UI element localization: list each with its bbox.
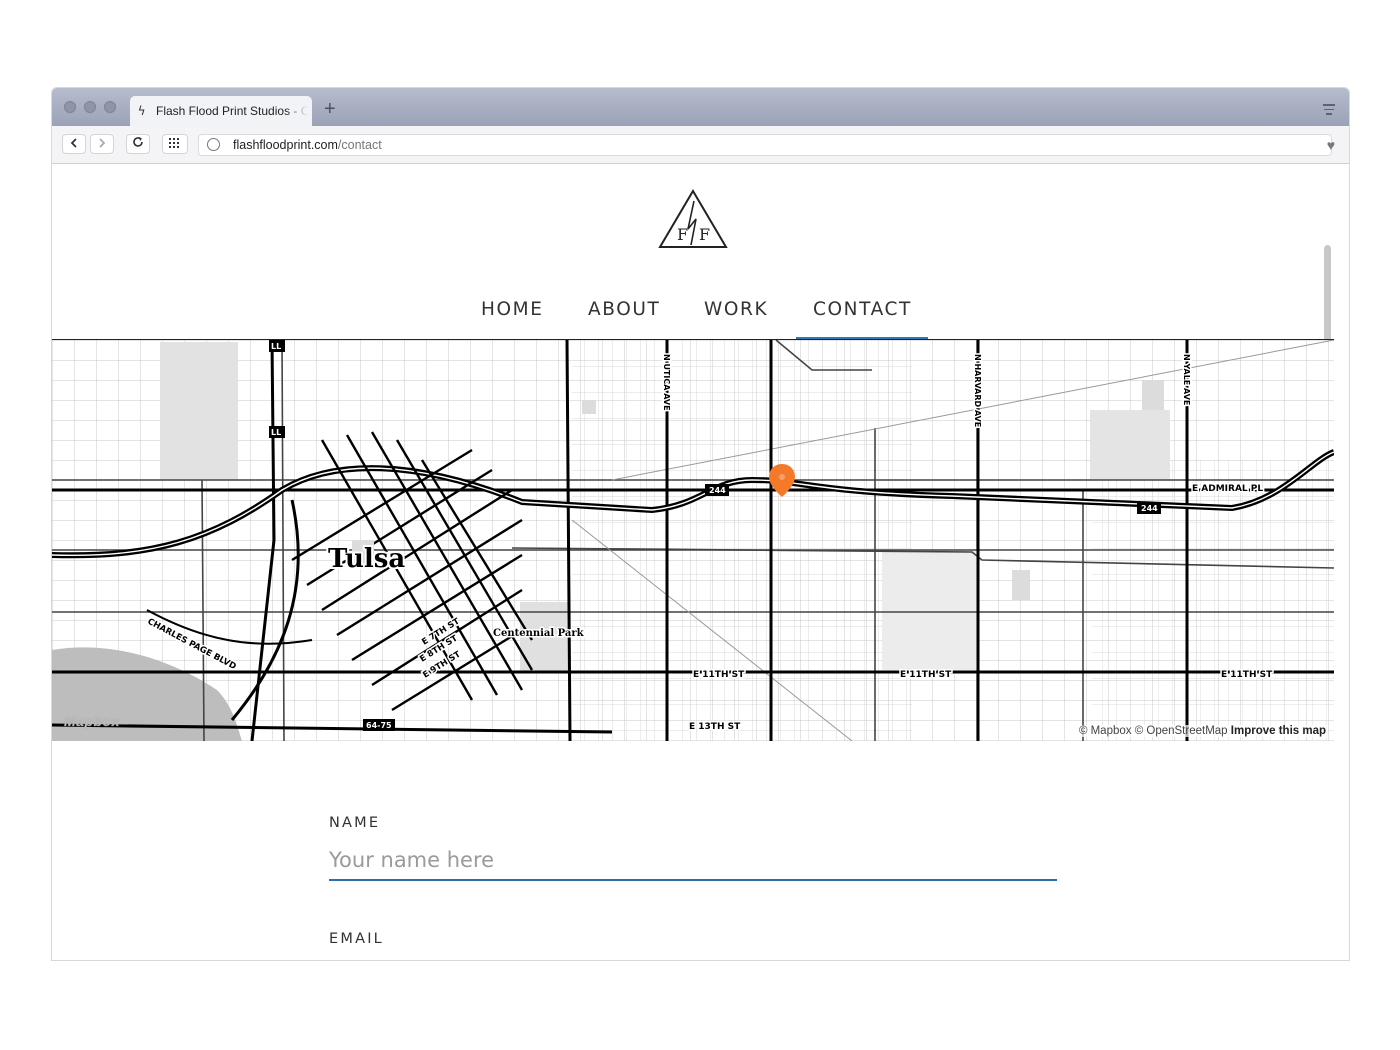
shield-244-a: 244 — [709, 486, 726, 495]
shield-64-75: 64-75 — [366, 721, 392, 730]
reload-button[interactable] — [126, 134, 150, 154]
name-label: NAME — [329, 815, 381, 831]
nav-home[interactable]: HOME — [481, 299, 544, 320]
map-label-park: Centennial Park — [493, 628, 585, 639]
url-host: flashfloodprint.com — [233, 138, 338, 152]
map-label-city: Tulsa — [328, 544, 405, 574]
nav-work[interactable]: WORK — [704, 299, 768, 320]
page-content: F F HOME ABOUT WORK CONTACT Tulsa Centen… — [52, 165, 1334, 960]
shield-244-b: 244 — [1141, 504, 1158, 513]
nav-contact[interactable]: CONTACT — [813, 299, 912, 320]
park-area — [1090, 410, 1170, 480]
map-canvas[interactable]: Tulsa Centennial Park E 11TH ST E 11TH S… — [52, 340, 1334, 741]
campus-area — [882, 550, 978, 670]
nav-about[interactable]: ABOUT — [588, 299, 660, 320]
mapbox-logo[interactable]: Mapbox — [64, 713, 120, 729]
address-bar[interactable]: flashfloodprint.com/contact — [198, 134, 1332, 156]
back-button[interactable] — [62, 134, 86, 154]
logo-text-left: F — [677, 225, 688, 244]
shield-ll-1: LL — [271, 342, 281, 351]
shield-ll-2: LL — [271, 428, 281, 437]
title-bar: ϟ Flash Flood Print Studios - Contact + — [52, 88, 1349, 126]
park-area — [160, 342, 238, 480]
zoom-window-button[interactable] — [104, 101, 116, 113]
speed-dial-button[interactable] — [162, 134, 188, 154]
browser-toolbar: flashfloodprint.com/contact ♥ — [52, 126, 1349, 164]
browser-tab[interactable]: ϟ Flash Flood Print Studios - Contact — [130, 96, 312, 126]
minimize-window-button[interactable] — [84, 101, 96, 113]
map-label-harvard: N HARVARD AVE — [973, 354, 982, 427]
grid-icon — [169, 138, 179, 148]
heart-icon[interactable]: ♥ — [1327, 137, 1335, 153]
tab-title: Flash Flood Print Studios - Contact — [156, 104, 308, 118]
lightning-bolt-icon: ϟ — [138, 104, 146, 118]
map-label-admiral: E ADMIRAL PL — [1192, 484, 1263, 494]
tabs-menu-icon[interactable] — [1323, 104, 1335, 118]
map-attribution: © Mapbox © OpenStreetMap Improve this ma… — [1076, 725, 1328, 737]
url-text: flashfloodprint.com/contact — [233, 135, 382, 155]
close-window-button[interactable] — [64, 101, 76, 113]
improve-map-link[interactable]: Improve this map — [1231, 725, 1326, 737]
map-label-yale: N YALE AVE — [1182, 354, 1191, 405]
forward-button[interactable] — [90, 134, 114, 154]
chevron-left-icon — [70, 138, 77, 148]
globe-icon — [207, 138, 220, 151]
name-input[interactable] — [329, 841, 1057, 881]
map-label-e13: E 13TH ST — [689, 722, 741, 732]
new-tab-button[interactable]: + — [324, 98, 336, 121]
chevron-right-icon — [99, 138, 106, 148]
browser-window: ϟ Flash Flood Print Studios - Contact + … — [52, 88, 1349, 960]
map-label-utica: N UTICA AVE — [662, 354, 671, 411]
logo-text-right: F — [699, 225, 710, 244]
main-nav: HOME ABOUT WORK CONTACT — [52, 295, 1334, 335]
map-label-e11-a: E 11TH ST — [693, 670, 745, 680]
attribution-text[interactable]: © Mapbox © OpenStreetMap — [1079, 725, 1228, 737]
reload-icon — [133, 137, 143, 147]
map-label-e11-b: E 11TH ST — [900, 670, 952, 680]
contact-form: NAME EMAIL — [329, 815, 1057, 947]
site-logo[interactable]: F F — [658, 189, 728, 251]
map-label-e11-c: E 11TH ST — [1221, 670, 1273, 680]
email-label: EMAIL — [329, 931, 384, 947]
map[interactable]: Tulsa Centennial Park E 11TH ST E 11TH S… — [52, 339, 1334, 741]
url-path: /contact — [337, 138, 382, 152]
